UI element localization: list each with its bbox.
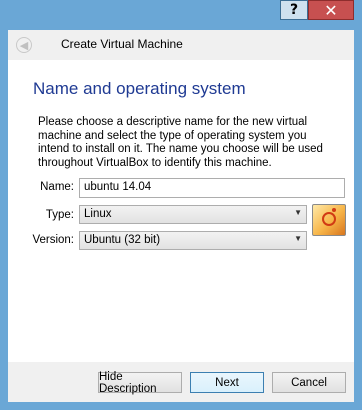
wizard-header: ◀ Create Virtual Machine [8, 30, 354, 60]
name-label: Name: [40, 181, 74, 193]
hide-description-button[interactable]: Hide Description [98, 371, 182, 395]
button-bar: Hide Description Next Cancel [8, 362, 354, 402]
version-label: Version: [32, 234, 74, 246]
type-label: Type: [45, 209, 74, 221]
chevron-down-icon: ▼ [294, 234, 302, 243]
version-select[interactable]: Ubuntu (32 bit) ▼ [79, 231, 307, 250]
ubuntu-icon [312, 204, 346, 236]
name-input[interactable]: ubuntu 14.04 [79, 178, 345, 198]
back-arrow-icon[interactable]: ◀ [16, 37, 32, 53]
cancel-button[interactable]: Cancel [272, 372, 346, 393]
titlebar: ? ✕ [0, 0, 362, 28]
type-select[interactable]: Linux ▼ [79, 205, 307, 224]
dialog-window: ? ✕ ◀ Create Virtual Machine Name and op… [0, 0, 362, 410]
content-panel: Name and operating system Please choose … [8, 60, 354, 362]
version-select-value: Ubuntu (32 bit) [84, 234, 161, 246]
help-button[interactable]: ? [280, 0, 308, 20]
page-description: Please choose a descriptive name for the… [38, 116, 323, 169]
type-select-value: Linux [84, 208, 112, 220]
close-button[interactable]: ✕ [308, 0, 354, 20]
page-heading: Name and operating system [33, 79, 246, 98]
chevron-down-icon: ▼ [294, 208, 302, 217]
dialog-title: Create Virtual Machine [61, 37, 183, 51]
next-button[interactable]: Next [190, 372, 264, 393]
